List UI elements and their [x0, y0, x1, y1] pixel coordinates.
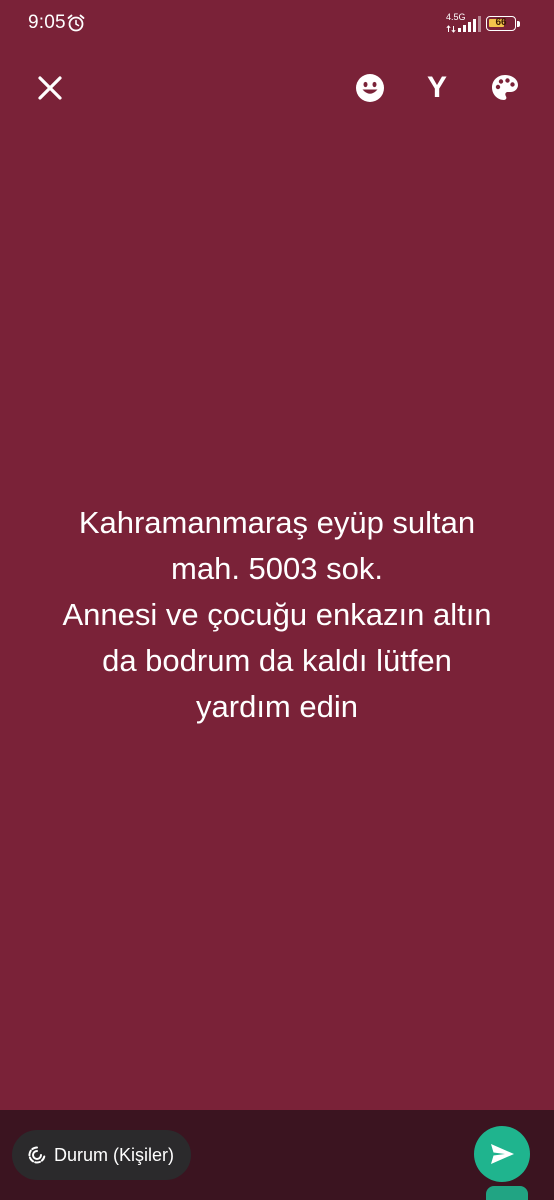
send-button[interactable] — [474, 1126, 530, 1182]
emoji-button[interactable] — [348, 66, 392, 110]
bottom-bar: Durum (Kişiler) — [0, 1110, 554, 1200]
editor-toolbar: Y — [0, 60, 554, 116]
alarm-clock-icon — [67, 14, 85, 32]
status-text[interactable]: Kahramanmaraş eyüp sultan mah. 5003 sok.… — [0, 500, 554, 730]
status-ring-icon — [28, 1146, 46, 1164]
battery-icon: 66 — [486, 16, 516, 31]
font-icon: Y — [426, 71, 447, 104]
data-arrows-icon — [446, 25, 456, 33]
battery-level: 66 — [495, 17, 507, 28]
signal-icon — [458, 16, 481, 32]
close-button[interactable] — [28, 66, 72, 110]
status-time: 9:05 — [28, 12, 66, 33]
font-button[interactable]: Y — [415, 66, 459, 110]
audience-selector[interactable]: Durum (Kişiler) — [12, 1130, 192, 1180]
battery-tip — [517, 21, 520, 27]
close-icon — [38, 76, 62, 100]
color-button[interactable] — [483, 66, 527, 110]
audience-label: Durum (Kişiler) — [54, 1144, 175, 1165]
send-button-edge — [486, 1186, 528, 1200]
emoji-icon — [356, 74, 384, 102]
send-icon — [491, 1144, 514, 1164]
status-bar: 9:05 4.5G 66 — [0, 0, 554, 48]
palette-icon — [492, 75, 518, 100]
